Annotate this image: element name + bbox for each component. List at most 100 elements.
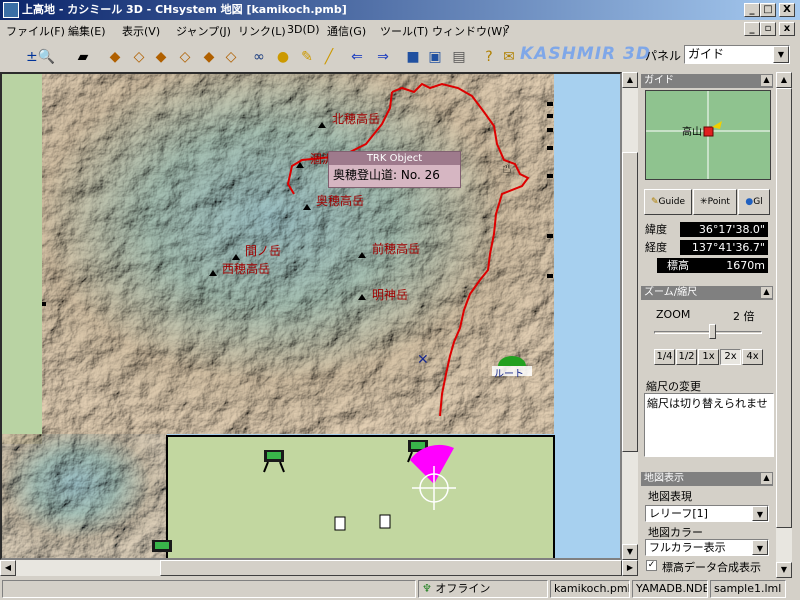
zoom-icon[interactable]: ±🔍 [26, 48, 55, 66]
map6-icon[interactable]: ◇ [220, 48, 242, 66]
zoom-1x-button[interactable]: 1x [698, 349, 719, 365]
zoom-2x-button[interactable]: 2x [720, 349, 741, 365]
menu-tools[interactable]: ツール(T) [380, 23, 428, 39]
menu-help[interactable]: ? [504, 23, 510, 36]
mdi-restore-button[interactable]: ▫ [760, 22, 776, 36]
map2-icon[interactable]: ◇ [128, 48, 150, 66]
map-color-label: 地図カラー [648, 526, 703, 539]
map-repr-select[interactable]: レリーフ[1] ▼ [645, 505, 769, 522]
scroll-down-icon[interactable]: ▼ [622, 544, 638, 560]
map-view[interactable]: ✕ 北穂高岳 涸沢 奥穂高岳 前穂高岳 間ノ岳 西穂高岳 明神岳 TRK Obj… [0, 72, 622, 560]
guide-section-header: ガイド ▲ [641, 74, 773, 88]
track-tooltip: TRK Object 奥穂登山道: No. 26 [328, 151, 461, 188]
scroll-left-icon[interactable]: ◀ [0, 560, 16, 576]
arrow-right-icon[interactable]: ⇒ [372, 48, 394, 66]
map4-icon[interactable]: ◇ [174, 48, 196, 66]
longitude-row: 経度 137°41'36.7" [645, 240, 768, 256]
status-online: ♆ オフライン [418, 580, 548, 598]
help-icon[interactable]: ? [478, 48, 500, 66]
map-horizontal-scrollbar[interactable]: ◀ ▶ [0, 560, 638, 576]
go-icon[interactable]: ✉ [498, 48, 520, 66]
scroll-up-icon[interactable]: ▲ [622, 72, 638, 88]
document-icon[interactable] [334, 516, 346, 531]
tab-guide[interactable]: ✎Guide [644, 189, 692, 215]
hscroll-thumb[interactable] [160, 560, 622, 576]
map-color-select[interactable]: フルカラー表示 ▼ [645, 539, 769, 556]
status-lml: sample1.lml [710, 580, 786, 598]
photo-icon[interactable] [379, 514, 391, 529]
elev-checkbox[interactable]: ✓ [646, 560, 657, 571]
scroll-right-icon[interactable]: ▶ [622, 560, 638, 576]
layer-icon[interactable]: ▰ [72, 48, 94, 66]
altitude-label: 標高 [667, 259, 689, 272]
map-repr-value: レリーフ[1] [649, 507, 708, 520]
panel-scrollbar[interactable]: ▲ ▼ [776, 72, 792, 578]
mapdisplay-header-label: 地図表示 [644, 473, 684, 484]
collapse-icon[interactable]: ▲ [761, 287, 772, 298]
maximize-button[interactable]: □ [760, 3, 776, 17]
cross-marker: ✕ [417, 352, 429, 368]
menu-window[interactable]: ウィンドウ(W) [432, 23, 506, 39]
chevron-down-icon[interactable]: ▼ [752, 506, 768, 521]
ruler-icon[interactable]: ╱ [318, 48, 340, 66]
scroll-up-icon[interactable]: ▲ [776, 72, 792, 88]
chevron-down-icon[interactable]: ▼ [773, 46, 789, 63]
menu-bar: ファイル(F) 編集(E) 表示(V) ジャンプ(J) リンク(L) 3D(D)… [0, 20, 800, 40]
map-vertical-scrollbar[interactable]: ▲ ▼ [622, 72, 638, 560]
menu-edit[interactable]: 編集(E) [68, 23, 106, 39]
zoom-slider-track[interactable] [654, 331, 762, 334]
map-color-value: フルカラー表示 [649, 541, 726, 554]
peak-label-maehotaka[interactable]: 前穂高岳 [372, 240, 420, 257]
tab-gps[interactable]: ●Gl [738, 189, 770, 215]
menu-comm[interactable]: 通信(G) [327, 23, 366, 39]
zoom-half-button[interactable]: 1/2 [676, 349, 697, 365]
collapse-icon[interactable]: ▲ [761, 473, 772, 484]
chevron-down-icon[interactable]: ▼ [752, 540, 768, 555]
menu-3d[interactable]: 3D(D) [287, 23, 320, 36]
status-file: kamikoch.pmb [550, 580, 630, 598]
palette-icon[interactable]: ● [272, 48, 294, 66]
camera-marker-3[interactable] [152, 540, 172, 552]
longitude-label: 経度 [645, 241, 667, 254]
panel-scroll-thumb[interactable] [776, 88, 792, 528]
zoom-quarter-button[interactable]: 1/4 [654, 349, 675, 365]
peak-label-myojin[interactable]: 明神岳 [372, 286, 408, 303]
app-icon[interactable] [3, 2, 19, 18]
green-strip [2, 74, 42, 444]
mdi-minimize-button[interactable]: _ [744, 22, 760, 36]
menu-jump[interactable]: ジャンプ(J) [176, 23, 231, 39]
scroll-down-icon[interactable]: ▼ [776, 562, 792, 578]
menu-file[interactable]: ファイル(F) [6, 23, 65, 39]
peak-label-nishihotaka[interactable]: 西穂高岳 [222, 260, 270, 277]
peak-label-kitahotaka[interactable]: 北穂高岳 [332, 110, 380, 127]
camera-icon[interactable]: ■ [402, 48, 424, 66]
minimize-button[interactable]: _ [744, 3, 760, 17]
scroll-thumb[interactable] [622, 152, 638, 452]
zoom-value: 2 倍 [733, 310, 755, 323]
peak-label-ainodake[interactable]: 間ノ岳 [245, 242, 281, 259]
menu-view[interactable]: 表示(V) [122, 23, 160, 39]
zoom-label: ZOOM [656, 308, 691, 321]
monitor-icon[interactable]: ▣ [424, 48, 446, 66]
map3-icon[interactable]: ◆ [150, 48, 172, 66]
panel-selector[interactable]: ガイド ▼ [684, 45, 790, 64]
guide-header-label: ガイド [644, 75, 674, 86]
tab-point[interactable]: ✳Point [693, 189, 737, 215]
menu-link[interactable]: リンク(L) [238, 23, 286, 39]
map5-icon[interactable]: ◆ [198, 48, 220, 66]
guide-overview-map[interactable]: 高山 [645, 90, 771, 180]
elev-checkbox-label: 標高データ合成表示 [662, 561, 761, 574]
mdi-close-button[interactable]: x [779, 22, 795, 36]
trash-icon[interactable]: ▤ [448, 48, 470, 66]
panel-selector-label: パネル [645, 49, 682, 63]
close-button[interactable]: X [779, 3, 795, 17]
zoom-slider-thumb[interactable] [709, 324, 716, 339]
arrow-left-icon[interactable]: ⇐ [346, 48, 368, 66]
binoculars-icon[interactable]: ∞ [248, 48, 270, 66]
zoom-4x-button[interactable]: 4x [742, 349, 763, 365]
collapse-icon[interactable]: ▲ [761, 75, 772, 86]
brush-icon[interactable]: ✎ [296, 48, 318, 66]
peak-label-okuhotaka[interactable]: 奥穂高岳 [316, 192, 364, 209]
map-icon[interactable]: ◆ [104, 48, 126, 66]
scale-message: 縮尺は切り替えられませ [647, 397, 768, 410]
